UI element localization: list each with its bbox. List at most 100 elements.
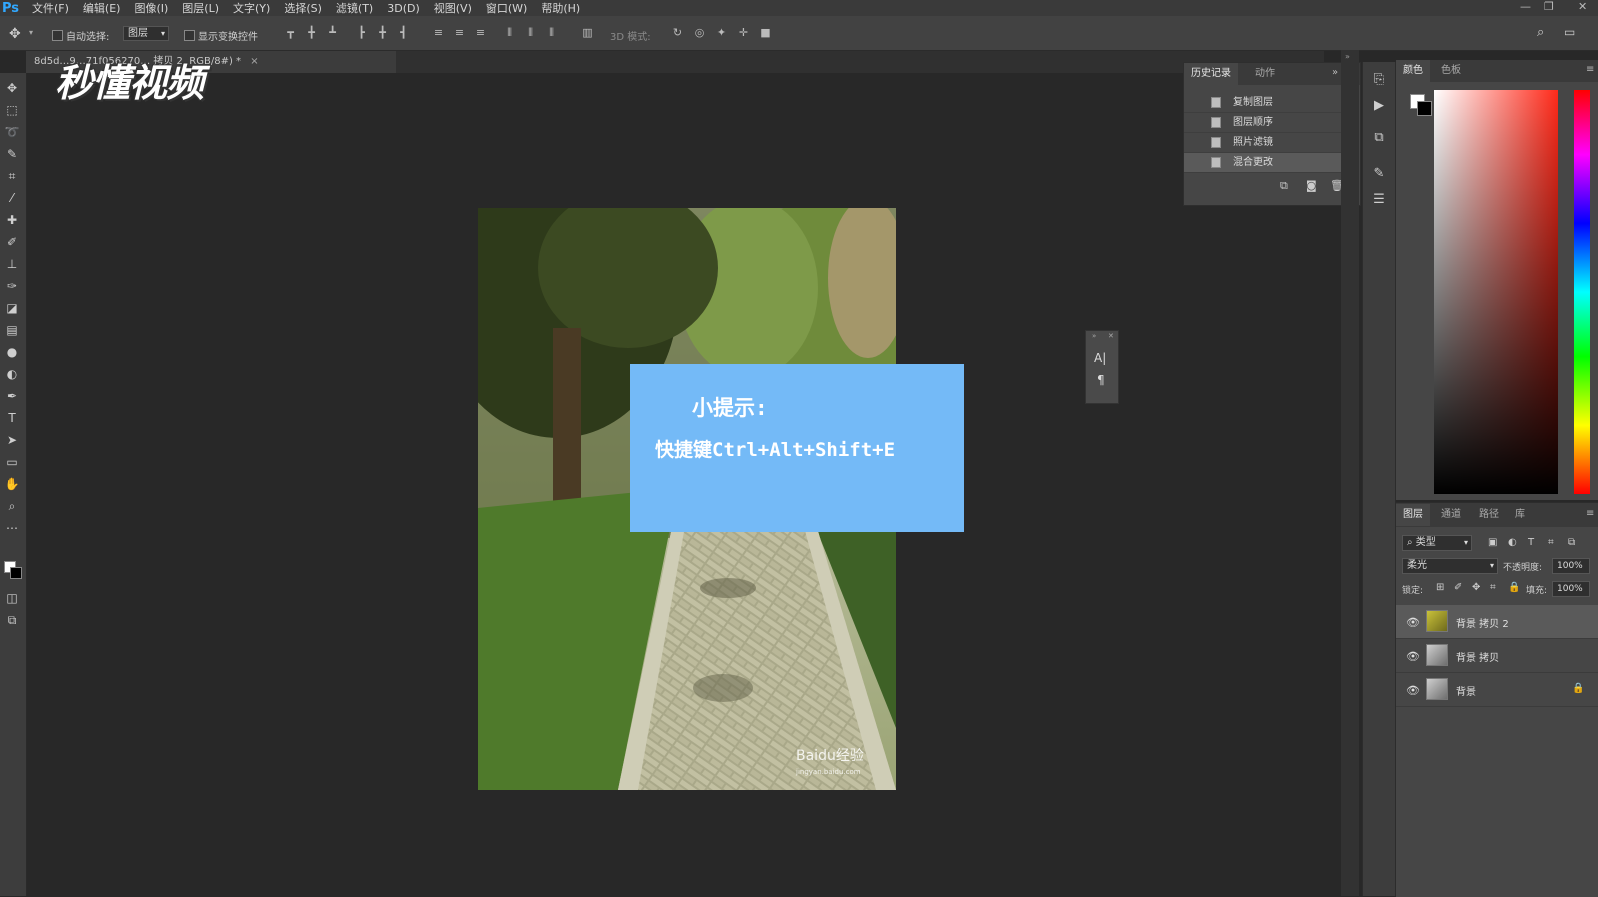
lock-image-icon[interactable]: ✐ [1454,582,1462,593]
3d-slide-icon[interactable]: ✛ [738,27,749,38]
filter-adjustment-icon[interactable]: ◐ [1508,537,1517,548]
move-tool-icon[interactable]: ✥ [3,79,21,97]
workspace-icon[interactable]: ▭ [1564,25,1575,39]
distribute-vcenter-icon[interactable]: ≡ [454,27,465,38]
align-hcenter-icon[interactable]: ╋ [377,27,388,38]
tab-layers[interactable]: 图层 [1396,504,1430,526]
history-item[interactable]: 图层顺序 [1184,113,1346,133]
expand-icon[interactable]: » [1345,52,1350,61]
more-tools-icon[interactable]: ⋯ [3,519,21,537]
collapse-icon[interactable]: » [1092,332,1096,340]
menu-image[interactable]: 图像(I) [134,0,168,16]
3d-roll-icon[interactable]: ◎ [694,27,705,38]
minimize-icon[interactable]: — [1520,0,1531,13]
tab-actions[interactable]: 动作 [1248,63,1282,85]
camera-icon[interactable]: ◙ [1306,179,1317,192]
crop-tool-icon[interactable]: ⌗ [3,167,21,185]
screen-mode-icon[interactable]: ⧉ [3,611,21,629]
blend-mode-dropdown[interactable]: 柔光 ▾ [1402,558,1498,574]
distribute-right-icon[interactable]: ⫴ [546,27,557,38]
tab-paths[interactable]: 路径 [1472,504,1506,526]
auto-select-checkbox[interactable] [52,28,63,41]
distribute-top-icon[interactable]: ≡ [433,27,444,38]
auto-select-dropdown[interactable]: 图层 ▾ [123,26,169,41]
lock-all-icon[interactable]: 🔒 [1508,582,1520,593]
close-tab-icon[interactable]: × [250,56,258,67]
move-tool-icon[interactable]: ✥ [9,26,21,42]
tab-color[interactable]: 颜色 [1396,60,1430,82]
menu-select[interactable]: 选择(S) [284,0,322,16]
gradient-tool-icon[interactable]: ▤ [3,321,21,339]
eyedropper-tool-icon[interactable]: ⁄ [3,189,21,207]
menu-help[interactable]: 帮助(H) [541,0,580,16]
eye-icon[interactable]: 👁 [1406,684,1420,697]
filter-shape-icon[interactable]: ⌗ [1548,537,1554,548]
menu-view[interactable]: 视图(V) [434,0,472,16]
lasso-tool-icon[interactable]: ➰ [3,123,21,141]
menu-edit[interactable]: 编辑(E) [83,0,121,16]
layer-row-selected[interactable]: 👁 背景 拷贝 2 [1396,605,1598,639]
history-item[interactable]: 复制图层 [1184,93,1346,113]
history-item-selected[interactable]: 混合更改 [1184,153,1346,173]
blur-tool-icon[interactable]: ● [3,343,21,361]
brush-preset-icon[interactable]: ✎ [1371,166,1387,182]
quick-mask-icon[interactable]: ◫ [3,589,21,607]
restore-icon[interactable]: ❐ [1544,0,1554,13]
close-icon[interactable]: ✕ [1108,332,1114,340]
clone-source-icon[interactable]: ⧉ [1371,130,1387,146]
distribute-hcenter-icon[interactable]: ⫴ [525,27,536,38]
character-panel-icon[interactable]: A| [1094,351,1106,365]
background-color-swatch[interactable] [1417,101,1432,116]
menu-window[interactable]: 窗口(W) [486,0,527,16]
type-tool-icon[interactable]: T [3,409,21,427]
dodge-tool-icon[interactable]: ◐ [3,365,21,383]
align-top-icon[interactable]: ┳ [285,27,296,38]
history-item[interactable]: 照片滤镜 [1184,133,1346,153]
layer-filter-dropdown[interactable]: ⌕ 类型 ▾ [1402,535,1472,551]
fill-input[interactable]: 100% [1552,581,1590,597]
search-icon[interactable]: ⌕ [1537,25,1544,40]
quick-select-tool-icon[interactable]: ✎ [3,145,21,163]
adjustments-icon[interactable]: ☰ [1371,192,1387,208]
filter-type-icon[interactable]: T [1528,537,1534,548]
auto-align-icon[interactable]: ▥ [582,27,593,38]
tab-libraries[interactable]: 库 [1508,504,1532,526]
chevron-down-icon[interactable]: ▾ [29,28,33,37]
clone-stamp-icon[interactable]: ⊥ [3,255,21,273]
panel-collapse-icon[interactable]: » [1332,67,1338,78]
filter-smart-object-icon[interactable]: ⧉ [1568,537,1575,548]
actions-play-icon[interactable]: ▶ [1371,98,1387,114]
menu-layer[interactable]: 图层(L) [182,0,219,16]
panel-menu-icon[interactable]: ≡ [1586,64,1594,75]
distribute-bottom-icon[interactable]: ≡ [475,27,486,38]
path-select-icon[interactable]: ➤ [3,431,21,449]
hand-tool-icon[interactable]: ✋ [3,475,21,493]
zoom-tool-icon[interactable]: ⌕ [3,497,21,515]
menu-file[interactable]: 文件(F) [32,0,69,16]
3d-scale-icon[interactable]: ■ [760,27,771,38]
menu-filter[interactable]: 滤镜(T) [336,0,373,16]
3d-rotate-icon[interactable]: ↻ [672,27,683,38]
brush-tool-icon[interactable]: ✐ [3,233,21,251]
lock-artboard-icon[interactable]: ⌗ [1490,582,1496,593]
healing-brush-icon[interactable]: ✚ [3,211,21,229]
new-document-from-state-icon[interactable]: ⧉ [1280,179,1288,193]
rectangle-tool-icon[interactable]: ▭ [3,453,21,471]
align-right-icon[interactable]: ┫ [398,27,409,38]
3d-pan-icon[interactable]: ✦ [716,27,727,38]
background-color-swatch[interactable] [10,567,22,579]
distribute-left-icon[interactable]: ⫴ [504,27,515,38]
color-picker-field[interactable] [1434,90,1558,494]
lock-transparent-icon[interactable]: ⊞ [1436,582,1444,593]
eye-icon[interactable]: 👁 [1406,616,1420,629]
paragraph-panel-icon[interactable]: ¶ [1097,373,1105,387]
close-window-icon[interactable]: ✕ [1578,0,1587,13]
history-brush-icon[interactable]: ✑ [3,277,21,295]
history-panel-icon[interactable]: ⎘ [1371,72,1387,88]
menu-3d[interactable]: 3D(D) [387,2,420,15]
lock-position-icon[interactable]: ✥ [1472,582,1480,593]
pen-tool-icon[interactable]: ✒ [3,387,21,405]
marquee-tool-icon[interactable]: ⬚ [3,101,21,119]
opacity-input[interactable]: 100% [1552,558,1590,574]
align-left-icon[interactable]: ┣ [356,27,367,38]
